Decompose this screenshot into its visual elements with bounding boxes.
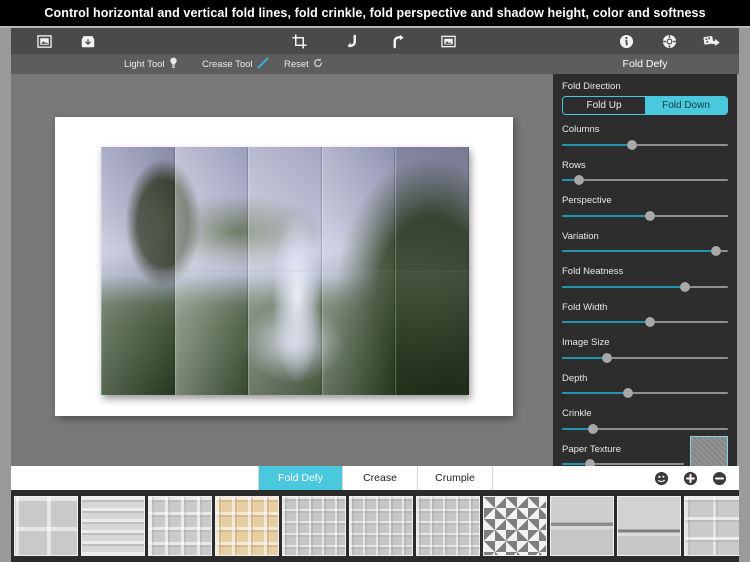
preset-grid-soft[interactable]: [282, 496, 346, 556]
fold-neatness-slider[interactable]: [562, 281, 728, 292]
save-image-icon[interactable]: [75, 30, 101, 52]
slider-label: Crinkle: [562, 408, 592, 419]
crease-tool-button[interactable]: Crease Tool: [202, 54, 269, 74]
slider-label: Fold Width: [562, 301, 608, 313]
fold-direction-segmented[interactable]: Fold Up Fold Down: [562, 96, 728, 115]
preset-single-fold-mid[interactable]: [550, 496, 614, 556]
slider-label: Rows: [562, 159, 586, 171]
preset-quad-fold[interactable]: [14, 496, 78, 556]
crinkle-slider[interactable]: [562, 423, 728, 434]
fold-panel: [321, 271, 396, 395]
crease-line-icon: [256, 56, 269, 72]
fold-panel: [321, 147, 396, 271]
fold-width-slider[interactable]: [562, 317, 728, 328]
fold-panel: [174, 147, 249, 271]
refresh-icon: [313, 58, 323, 71]
image-size-slider[interactable]: [562, 352, 728, 363]
fold-panel: [248, 271, 322, 395]
fold-up-option[interactable]: Fold Up: [563, 97, 645, 114]
preset-mixed-panels[interactable]: [684, 496, 739, 556]
rows-slider[interactable]: [562, 175, 728, 186]
settings-icon[interactable]: [656, 30, 682, 52]
variation-slider[interactable]: [562, 246, 728, 257]
slider-label: Columns: [562, 124, 600, 135]
slider-label: Variation: [562, 230, 599, 242]
preset-grid-fine[interactable]: [349, 496, 413, 556]
light-tool-button[interactable]: Light Tool: [124, 54, 178, 74]
tab-fold-defy[interactable]: Fold Defy: [259, 466, 343, 490]
tabbar-actions: [654, 471, 739, 486]
preset-diagonal-blocks[interactable]: [483, 496, 547, 556]
preset-grid-tan[interactable]: [215, 496, 279, 556]
fold-panel: [101, 147, 175, 271]
fold-panel: [174, 271, 249, 395]
plus-icon[interactable]: [683, 471, 698, 486]
paper-backdrop: [55, 117, 513, 416]
slider-rows: Rows: [562, 160, 728, 186]
fold-down-option[interactable]: Fold Down: [645, 97, 727, 114]
slider-label: Image Size: [562, 337, 610, 348]
info-icon[interactable]: [613, 30, 639, 52]
slider-label: Fold Neatness: [562, 266, 624, 277]
main-toolbar: [11, 28, 739, 54]
options-title: Fold Defy: [553, 54, 737, 74]
tab-crumple[interactable]: Crumple: [418, 466, 493, 490]
effect-tabbar: Fold Defy Crease Crumple: [11, 466, 739, 490]
slider-depth: Depth: [562, 373, 728, 399]
crease-tool-label: Crease Tool: [202, 58, 253, 70]
fold-direction-group: Fold Direction Fold Up Fold Down: [562, 81, 728, 115]
effect-options-panel: Fold Defy Fold Direction Fold Up Fold Do…: [553, 54, 737, 474]
promo-banner-text: Control horizontal and vertical fold lin…: [44, 6, 706, 20]
slider-perspective: Perspective: [562, 195, 728, 221]
slider-image-size: Image Size: [562, 337, 728, 363]
slider-columns: Columns: [562, 124, 728, 150]
preset-grid-fine-2[interactable]: [416, 496, 480, 556]
face-icon[interactable]: [654, 471, 669, 486]
preset-single-fold-low[interactable]: [617, 496, 681, 556]
fold-direction-label: Fold Direction: [562, 81, 621, 92]
fold-panel: [395, 147, 469, 271]
slider-label: Depth: [562, 372, 588, 384]
tabbar-spacer: [493, 466, 654, 490]
reset-button[interactable]: Reset: [284, 54, 323, 74]
perspective-slider[interactable]: [562, 210, 728, 221]
minus-icon[interactable]: [712, 471, 727, 486]
redo-icon[interactable]: [385, 30, 411, 52]
share-icon[interactable]: [699, 30, 725, 52]
reset-label: Reset: [284, 58, 309, 70]
slider-crinkle: Crinkle: [562, 408, 728, 434]
slider-label: Perspective: [562, 195, 612, 206]
image-canvas[interactable]: [11, 74, 553, 466]
preset-horizontal-bands[interactable]: [81, 496, 145, 556]
waterfall-landscape-photo[interactable]: [101, 147, 469, 395]
preset-grid-white[interactable]: [148, 496, 212, 556]
fold-panel-grid: [101, 147, 469, 395]
fold-panel: [248, 147, 322, 271]
columns-slider[interactable]: [562, 139, 728, 150]
slider-fold-width: Fold Width: [562, 302, 728, 328]
slider-variation: Variation: [562, 231, 728, 257]
preset-thumbnail-strip[interactable]: [11, 490, 739, 562]
app-root: Control horizontal and vertical fold lin…: [0, 0, 750, 562]
undo-icon[interactable]: [337, 30, 363, 52]
promo-banner: Control horizontal and vertical fold lin…: [0, 0, 750, 26]
lightbulb-icon: [169, 57, 178, 72]
fold-panel: [395, 271, 469, 395]
depth-slider[interactable]: [562, 388, 728, 399]
image-icon[interactable]: [435, 30, 461, 52]
slider-fold-neatness: Fold Neatness: [562, 266, 728, 292]
open-image-icon[interactable]: [31, 30, 57, 52]
light-tool-label: Light Tool: [124, 58, 165, 70]
fold-panel: [101, 271, 175, 395]
crop-icon[interactable]: [286, 30, 312, 52]
tab-crease[interactable]: Crease: [343, 466, 418, 490]
